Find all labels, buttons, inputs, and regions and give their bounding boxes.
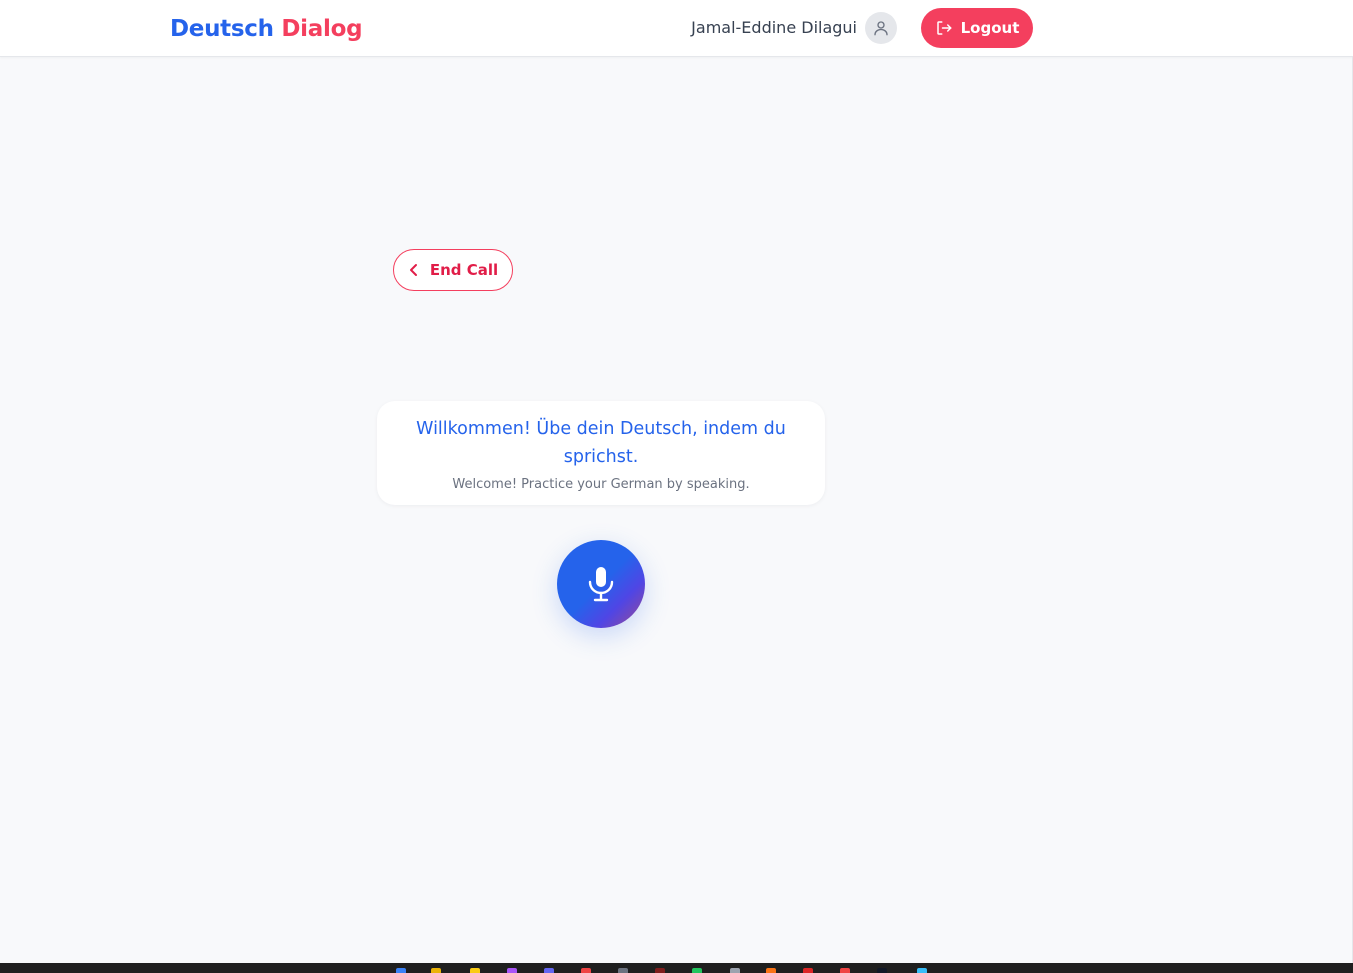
taskbar-app-icon[interactable]: [618, 968, 628, 973]
end-call-label: End Call: [429, 261, 499, 279]
user-icon: [874, 21, 888, 36]
user-avatar[interactable]: [865, 12, 897, 44]
taskbar-app-icon[interactable]: [581, 968, 591, 973]
logout-label: Logout: [960, 19, 1020, 37]
os-taskbar: [0, 963, 1353, 973]
taskbar-app-icon[interactable]: [803, 968, 813, 973]
taskbar-app-icon[interactable]: [470, 968, 480, 973]
taskbar-app-icon[interactable]: [917, 968, 927, 973]
logout-icon: [936, 21, 952, 35]
taskbar-app-icon[interactable]: [431, 968, 441, 973]
brand-part-deutsch: Deutsch: [170, 16, 274, 42]
end-call-button[interactable]: End Call: [393, 249, 513, 291]
taskbar-app-icon[interactable]: [544, 968, 554, 973]
brand-part-dialog: Dialog: [281, 16, 363, 42]
taskbar-app-icon[interactable]: [692, 968, 702, 973]
taskbar-app-icon[interactable]: [507, 968, 517, 973]
welcome-text-english: Welcome! Practice your German by speakin…: [452, 477, 750, 492]
brand-logo[interactable]: Deutsch Dialog: [170, 14, 363, 44]
taskbar-app-icon[interactable]: [730, 968, 740, 973]
user-name: Jamal-Eddine Dilagui: [691, 18, 857, 37]
taskbar-app-icon[interactable]: [396, 968, 406, 973]
microphone-button[interactable]: [557, 540, 645, 628]
app-header: Deutsch Dialog Jamal-Eddine Dilagui Logo…: [0, 0, 1353, 57]
taskbar-app-icon[interactable]: [655, 968, 665, 973]
welcome-text-german: Willkommen! Übe dein Deutsch, indem du s…: [416, 419, 786, 467]
taskbar-app-icon[interactable]: [877, 968, 887, 973]
logout-button[interactable]: Logout: [921, 8, 1033, 48]
welcome-card: Willkommen! Übe dein Deutsch, indem du s…: [377, 401, 825, 505]
taskbar-app-icon[interactable]: [840, 968, 850, 973]
taskbar-app-icon[interactable]: [766, 968, 776, 973]
microphone-icon: [588, 567, 614, 602]
chevron-left-icon: [409, 264, 417, 276]
